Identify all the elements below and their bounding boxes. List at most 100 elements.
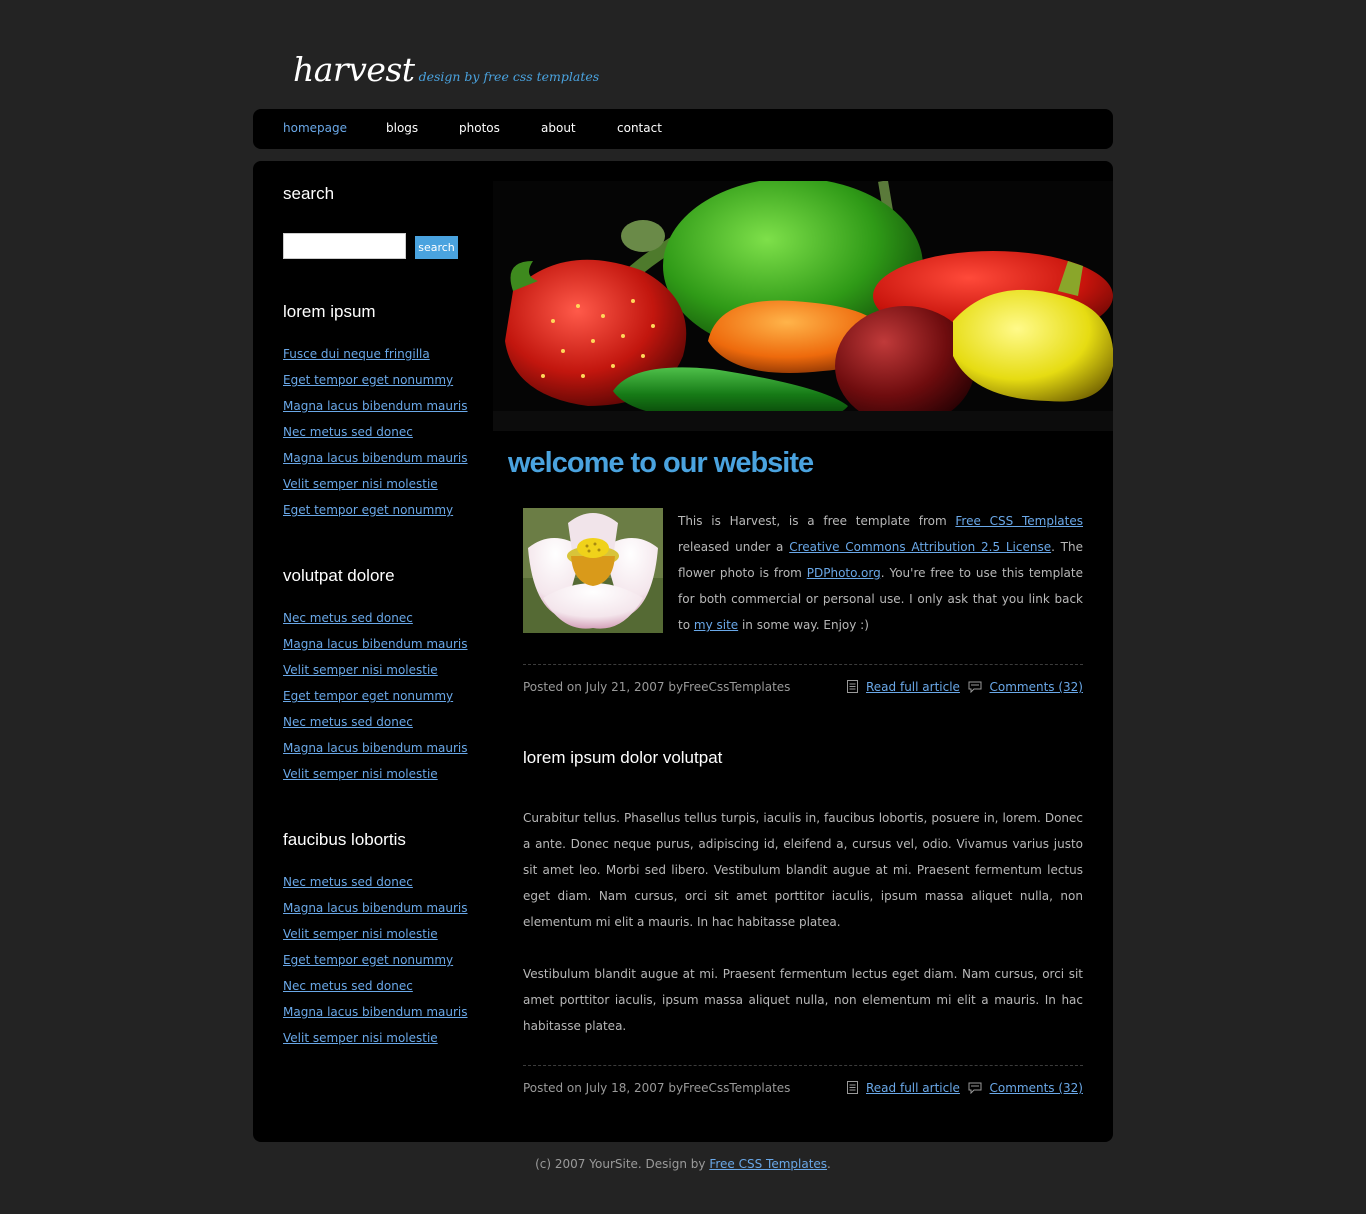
post1-divider bbox=[523, 664, 1083, 665]
document-icon bbox=[847, 1081, 858, 1094]
sidebar-link[interactable]: Eget tempor eget nonummy bbox=[283, 953, 453, 967]
nav-link-blogs[interactable]: blogs bbox=[386, 121, 418, 135]
nav-item-blogs: blogs bbox=[386, 121, 418, 135]
creative-commons-link[interactable]: Creative Commons Attribution 2.5 License bbox=[789, 540, 1051, 554]
nav-link-contact[interactable]: contact bbox=[617, 121, 662, 135]
sidebar-link[interactable]: Nec metus sed donec bbox=[283, 875, 413, 889]
read-full-article-link[interactable]: Read full article bbox=[866, 680, 960, 694]
post1-text-5: in some way. Enjoy :) bbox=[738, 618, 869, 632]
sidebar-link[interactable]: Nec metus sed donec bbox=[283, 715, 413, 729]
list-item: Magna lacus bibendum mauris bbox=[283, 1005, 468, 1031]
list-item: Magna lacus bibendum mauris bbox=[283, 637, 468, 663]
search-input[interactable] bbox=[283, 233, 406, 259]
search-button[interactable]: search bbox=[415, 236, 458, 259]
pdphoto-link[interactable]: PDPhoto.org bbox=[807, 566, 881, 580]
list-item: Velit semper nisi molestie bbox=[283, 927, 468, 953]
list-item: Nec metus sed donec bbox=[283, 875, 468, 901]
hero-vegetables-image bbox=[493, 181, 1113, 431]
comments-group: Comments (32) bbox=[968, 1081, 1084, 1095]
sidebar-heading-lorem-ipsum: lorem ipsum bbox=[283, 302, 376, 321]
read-more-group: Read full article bbox=[847, 680, 960, 694]
footer-text: (c) 2007 YourSite. Design by bbox=[535, 1157, 710, 1171]
main-nav: homepage blogs photos about contact bbox=[253, 109, 1113, 149]
list-item: Nec metus sed donec bbox=[283, 979, 468, 1005]
sidebar-link[interactable]: Magna lacus bibendum mauris bbox=[283, 741, 468, 755]
list-item: Velit semper nisi molestie bbox=[283, 663, 468, 689]
vegetables-illustration bbox=[493, 181, 1113, 431]
list-item: Magna lacus bibendum mauris bbox=[283, 399, 468, 425]
post2-meta: Posted on July 18, 2007 byFreeCssTemplat… bbox=[523, 1081, 1083, 1101]
sidebar-link[interactable]: Nec metus sed donec bbox=[283, 425, 413, 439]
speech-bubble-icon bbox=[968, 1082, 981, 1095]
list-item: Magna lacus bibendum mauris bbox=[283, 741, 468, 767]
sidebar-link[interactable]: Eget tempor eget nonummy bbox=[283, 689, 453, 703]
nav-item-homepage: homepage bbox=[283, 121, 347, 135]
sidebar-link[interactable]: Nec metus sed donec bbox=[283, 979, 413, 993]
post1-body: This is Harvest, is a free template from… bbox=[678, 508, 1083, 638]
search-heading: search bbox=[283, 184, 335, 203]
comments-link[interactable]: Comments (32) bbox=[990, 1081, 1084, 1095]
nav-item-photos: photos bbox=[459, 121, 500, 135]
post2-paragraph-2: Vestibulum blandit augue at mi. Praesent… bbox=[523, 967, 1083, 1033]
post1-meta: Posted on July 21, 2007 byFreeCssTemplat… bbox=[523, 680, 1083, 700]
sidebar-link[interactable]: Magna lacus bibendum mauris bbox=[283, 1005, 468, 1019]
sidebar-heading-faucibus-lobortis: faucibus lobortis bbox=[283, 830, 406, 849]
speech-bubble-icon bbox=[968, 681, 981, 694]
footer-end: . bbox=[827, 1157, 831, 1171]
list-item: Magna lacus bibendum mauris bbox=[283, 901, 468, 927]
site-logo[interactable]: harvest design by free css templates bbox=[293, 50, 599, 90]
sidebar-link[interactable]: Magna lacus bibendum mauris bbox=[283, 901, 468, 915]
sidebar-link[interactable]: Velit semper nisi molestie bbox=[283, 767, 438, 781]
list-item: Nec metus sed donec bbox=[283, 715, 468, 741]
post-date: Posted on July 18, 2007 byFreeCssTemplat… bbox=[523, 1081, 791, 1095]
sidebar-link[interactable]: Velit semper nisi molestie bbox=[283, 663, 438, 677]
free-css-templates-link[interactable]: Free CSS Templates bbox=[955, 514, 1083, 528]
nav-link-photos[interactable]: photos bbox=[459, 121, 500, 135]
logo-tagline: design by free css templates bbox=[418, 69, 600, 84]
sidebar-list-faucibus-lobortis: Nec metus sed donec Magna lacus bibendum… bbox=[283, 875, 468, 1057]
post2-paragraph-1: Curabitur tellus. Phasellus tellus turpi… bbox=[523, 811, 1083, 929]
nav-link-homepage[interactable]: homepage bbox=[283, 121, 347, 135]
post2-title: lorem ipsum dolor volutpat bbox=[523, 748, 723, 767]
sidebar-link[interactable]: Velit semper nisi molestie bbox=[283, 927, 438, 941]
list-item: Velit semper nisi molestie bbox=[283, 1031, 468, 1057]
sidebar-link[interactable]: Eget tempor eget nonummy bbox=[283, 373, 453, 387]
post2-divider bbox=[523, 1065, 1083, 1066]
list-item: Eget tempor eget nonummy bbox=[283, 503, 468, 529]
list-item: Eget tempor eget nonummy bbox=[283, 373, 468, 399]
document-icon bbox=[847, 680, 858, 693]
sidebar-link[interactable]: Velit semper nisi molestie bbox=[283, 477, 438, 491]
read-full-article-link[interactable]: Read full article bbox=[866, 1081, 960, 1095]
sidebar-link[interactable]: Magna lacus bibendum mauris bbox=[283, 637, 468, 651]
page-title: welcome to our website bbox=[508, 447, 814, 479]
sidebar-link[interactable]: Magna lacus bibendum mauris bbox=[283, 399, 468, 413]
lotus-flower-illustration bbox=[523, 508, 663, 633]
nav-item-contact: contact bbox=[617, 121, 662, 135]
list-item: Magna lacus bibendum mauris bbox=[283, 451, 468, 477]
list-item: Nec metus sed donec bbox=[283, 425, 468, 451]
sidebar-link[interactable]: Fusce dui neque fringilla bbox=[283, 347, 430, 361]
sidebar-link[interactable]: Velit semper nisi molestie bbox=[283, 1031, 438, 1045]
list-item: Eget tempor eget nonummy bbox=[283, 689, 468, 715]
comments-group: Comments (32) bbox=[968, 680, 1084, 694]
page-panel: search search lorem ipsum Fusce dui nequ… bbox=[253, 161, 1113, 1142]
post1-text-2: released under a bbox=[678, 540, 790, 554]
post-date: Posted on July 21, 2007 byFreeCssTemplat… bbox=[523, 680, 791, 694]
lotus-flower-photo bbox=[523, 508, 663, 633]
nav-link-about[interactable]: about bbox=[541, 121, 576, 135]
list-item: Eget tempor eget nonummy bbox=[283, 953, 468, 979]
sidebar-list-volutpat-dolore: Nec metus sed donec Magna lacus bibendum… bbox=[283, 611, 468, 793]
nav-item-about: about bbox=[541, 121, 576, 135]
my-site-link[interactable]: my site bbox=[694, 618, 738, 632]
sidebar-link[interactable]: Nec metus sed donec bbox=[283, 611, 413, 625]
sidebar-link[interactable]: Eget tempor eget nonummy bbox=[283, 503, 453, 517]
footer-free-css-templates-link[interactable]: Free CSS Templates bbox=[709, 1157, 827, 1171]
list-item: Velit semper nisi molestie bbox=[283, 767, 468, 793]
sidebar-link[interactable]: Magna lacus bibendum mauris bbox=[283, 451, 468, 465]
post1-text-1: This is Harvest, is a free template from bbox=[678, 514, 956, 528]
sidebar-heading-volutpat-dolore: volutpat dolore bbox=[283, 566, 395, 585]
sidebar-list-lorem-ipsum: Fusce dui neque fringilla Eget tempor eg… bbox=[283, 347, 468, 529]
list-item: Nec metus sed donec bbox=[283, 611, 468, 637]
list-item: Velit semper nisi molestie bbox=[283, 477, 468, 503]
comments-link[interactable]: Comments (32) bbox=[990, 680, 1084, 694]
